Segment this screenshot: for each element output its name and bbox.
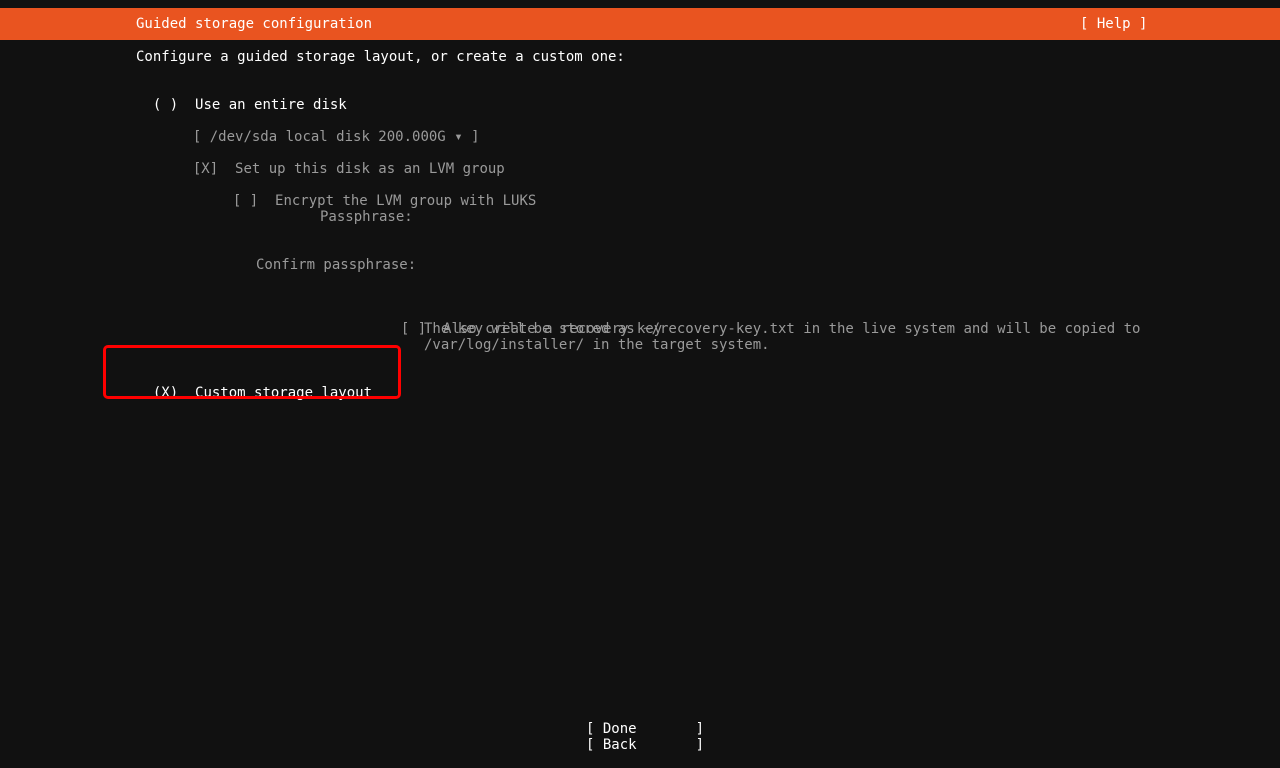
- confirm-passphrase-input[interactable]: [424, 257, 1024, 273]
- luks-label: Encrypt the LVM group with LUKS: [275, 193, 537, 209]
- header-bar: Guided storage configuration [ Help ]: [0, 8, 1280, 40]
- entire-disk-radio[interactable]: ( ) Use an entire disk: [136, 81, 347, 113]
- recovery-key-checkbox-marker: [ ]: [400, 321, 427, 337]
- passphrase-input[interactable]: [424, 209, 1024, 225]
- disk-select-value: /dev/sda local disk 200.000G: [209, 129, 446, 145]
- lvm-label: Set up this disk as an LVM group: [235, 161, 505, 177]
- top-strip: [0, 0, 1280, 8]
- intro-text: Configure a guided storage layout, or cr…: [136, 49, 625, 65]
- disk-select-close-bracket: ]: [471, 129, 480, 145]
- lvm-checkbox-marker: [X]: [192, 161, 219, 177]
- recovery-key-help-line-1: The key will be stored as ~/recovery-key…: [424, 321, 1141, 337]
- done-button[interactable]: [ Done ]: [586, 721, 704, 737]
- entire-disk-label: Use an entire disk: [195, 97, 347, 113]
- help-button[interactable]: [ Help ]: [1080, 16, 1147, 32]
- back-button[interactable]: [ Back ]: [586, 737, 704, 753]
- disk-select[interactable]: [ /dev/sda local disk 200.000G ▾ ]: [176, 113, 480, 145]
- chevron-down-icon: ▾: [454, 129, 463, 145]
- page-title: Guided storage configuration: [136, 16, 373, 32]
- lvm-checkbox[interactable]: [X] Set up this disk as an LVM group: [176, 145, 505, 177]
- entire-disk-radio-marker: ( ): [152, 97, 179, 113]
- passphrase-label: Passphrase:: [320, 209, 413, 225]
- luks-checkbox[interactable]: [ ] Encrypt the LVM group with LUKS: [216, 177, 536, 209]
- confirm-passphrase-label: Confirm passphrase:: [256, 257, 417, 273]
- luks-checkbox-marker: [ ]: [232, 193, 259, 209]
- highlight-box: [103, 345, 401, 399]
- recovery-key-help-line-2: /var/log/installer/ in the target system…: [424, 337, 770, 353]
